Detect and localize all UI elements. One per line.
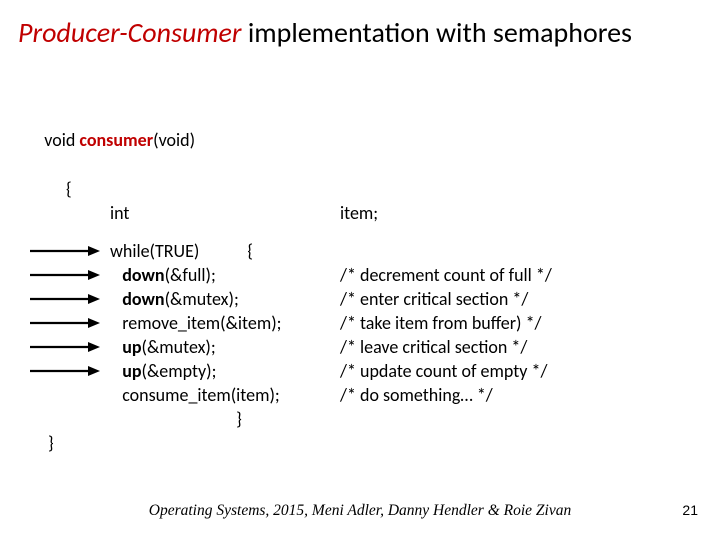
kw-void: void <box>44 129 79 151</box>
arrow-cell <box>28 316 110 330</box>
code-cell: while(TRUE){ <box>110 239 340 263</box>
code-row: down(&full);/* decrement count of full *… <box>28 263 552 287</box>
arrow-cell <box>28 340 110 354</box>
page-number: 21 <box>682 502 698 518</box>
code-row: consume_item(item);/* do something… */ <box>28 383 552 407</box>
comment-cell: /* take item from buffer) */ <box>340 311 541 335</box>
arrow-cell <box>28 364 110 378</box>
code-row: } <box>28 407 552 431</box>
arrow-icon <box>28 364 102 378</box>
code-row: remove_item(&item);/* take item from buf… <box>28 311 552 335</box>
code-cell: down(&full); <box>110 263 340 287</box>
decl-row: int item; <box>28 201 552 225</box>
code-row: down(&mutex);/* enter critical section *… <box>28 287 552 311</box>
arrow-icon <box>28 268 102 282</box>
spacer <box>28 225 552 239</box>
brace-open: { <box>28 177 552 201</box>
arrow-icon <box>28 316 102 330</box>
arrow-icon <box>28 340 102 354</box>
code-cell: up(&empty); <box>110 359 340 383</box>
footer-credits: Operating Systems, 2015, Meni Adler, Dan… <box>0 502 720 520</box>
code-row: up(&mutex);/* leave critical section */ <box>28 335 552 359</box>
comment-cell: /* update count of empty */ <box>340 359 547 383</box>
fn-signature: void consumer(void) <box>28 104 552 177</box>
comment-cell: /* enter critical section */ <box>340 287 528 311</box>
arrow-cell <box>28 268 110 282</box>
title-rest: implementation with semaphores <box>241 15 632 50</box>
code-block: void consumer(void) { int item; while(TR… <box>28 104 552 455</box>
brace-close: } <box>28 431 552 455</box>
decl-int: int <box>110 201 340 225</box>
code-cell: } <box>110 407 340 431</box>
slide-title: Producer-Consumer implementation with se… <box>0 0 720 50</box>
code-cell: up(&mutex); <box>110 335 340 359</box>
arrow-icon <box>28 244 102 258</box>
title-producer-consumer: Producer-Consumer <box>18 15 241 50</box>
decl-item: item; <box>340 201 378 225</box>
arrow-cell <box>28 244 110 258</box>
code-cell: remove_item(&item); <box>110 311 340 335</box>
code-row: while(TRUE){ <box>28 239 552 263</box>
code-row: up(&empty);/* update count of empty */ <box>28 359 552 383</box>
fn-name: consumer <box>79 129 153 151</box>
code-cell: down(&mutex); <box>110 287 340 311</box>
code-lines: while(TRUE){ down(&full);/* decrement co… <box>28 239 552 431</box>
arrow-icon <box>28 292 102 306</box>
comment-cell: /* decrement count of full */ <box>340 263 552 287</box>
comment-cell: /* do something… */ <box>340 383 493 407</box>
code-cell: consume_item(item); <box>110 383 340 407</box>
arrow-cell <box>28 292 110 306</box>
fn-params: (void) <box>153 129 195 151</box>
comment-cell: /* leave critical section */ <box>340 335 527 359</box>
